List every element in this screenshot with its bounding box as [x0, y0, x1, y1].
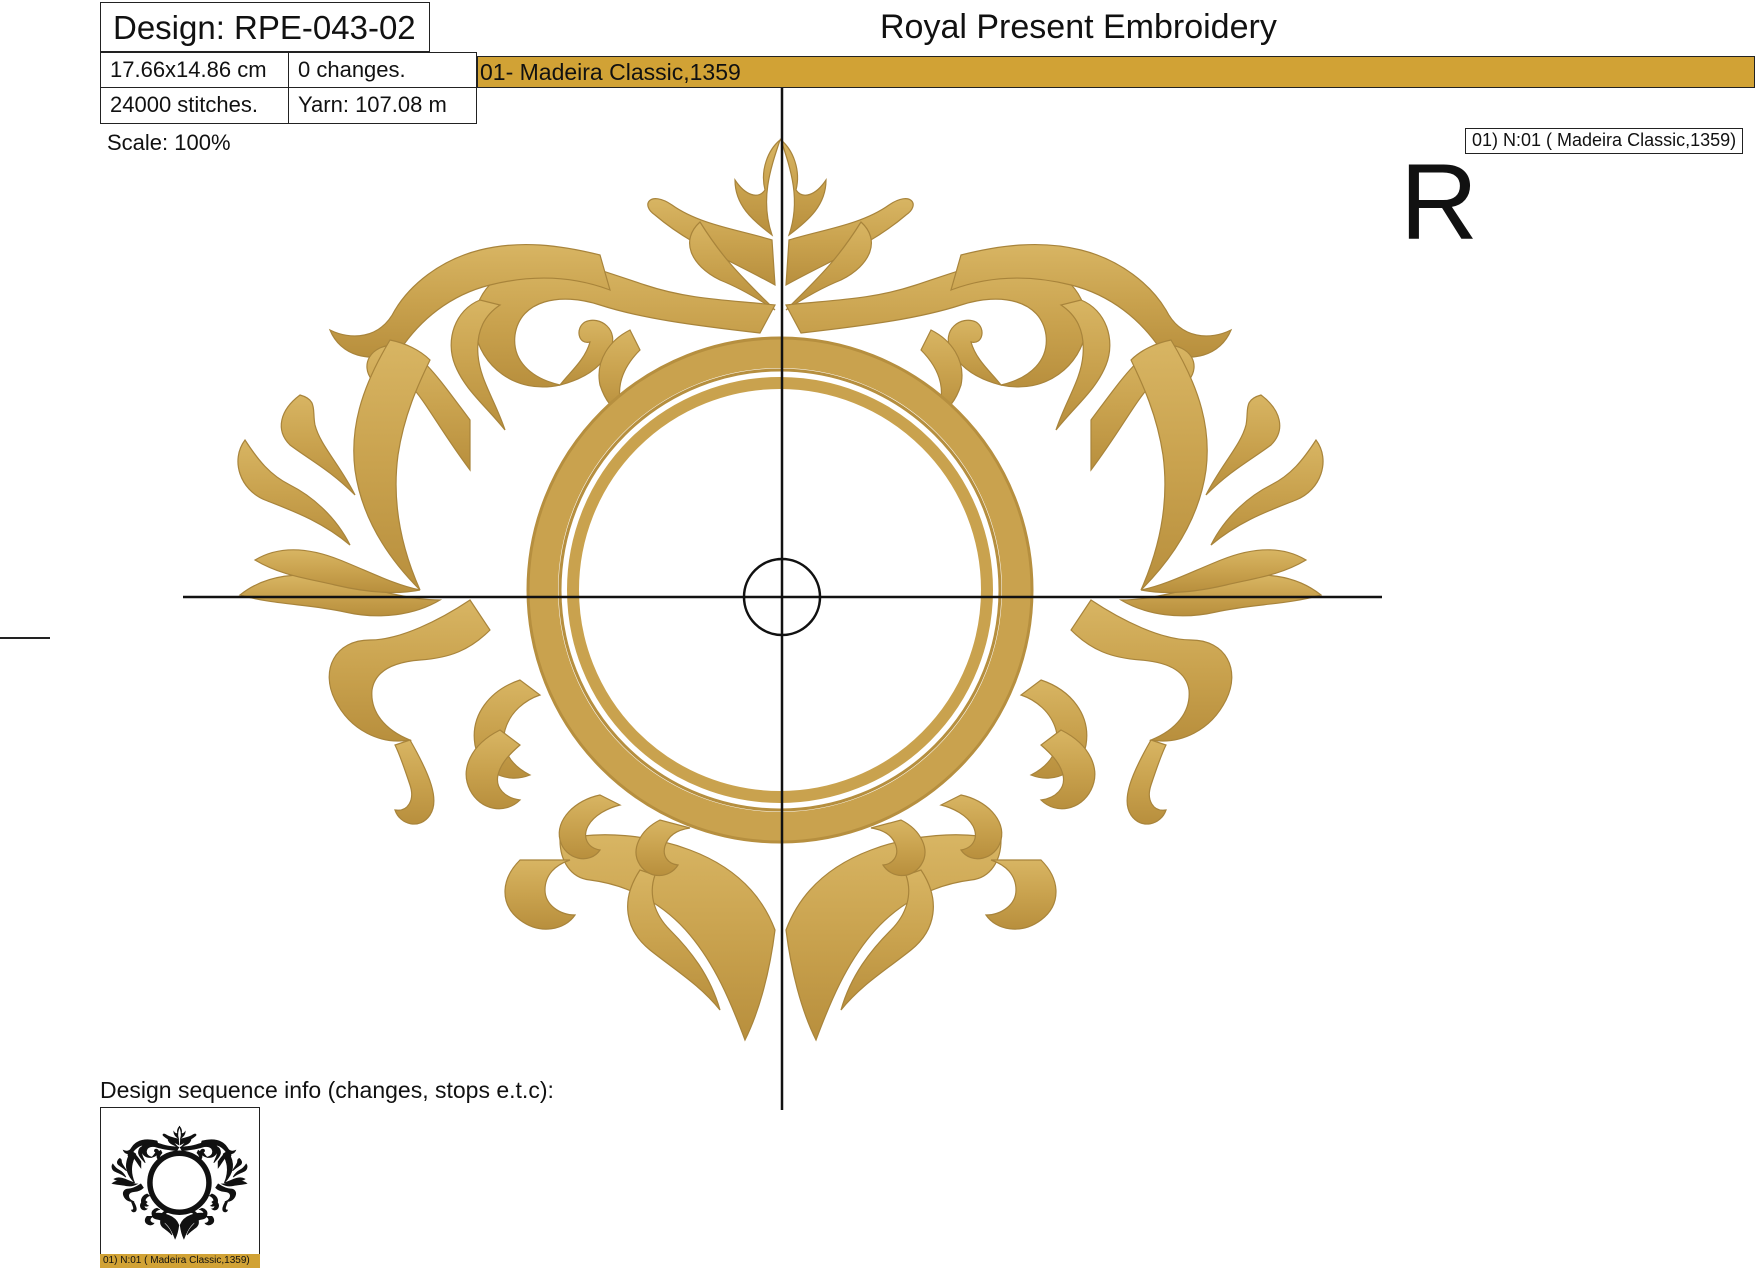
inner-ring	[567, 377, 993, 803]
inner-ring-edge	[558, 368, 1002, 812]
thumbnail-caption: 01) N:01 ( Madeira Classic,1359)	[100, 1254, 260, 1268]
sequence-thumbnail[interactable]	[100, 1107, 260, 1267]
ornament-scrolls	[237, 139, 1324, 1041]
sequence-info-label: Design sequence info (changes, stops e.t…	[100, 1077, 554, 1103]
thumbnail-silhouette	[111, 1126, 248, 1240]
outer-ring	[528, 338, 1032, 842]
